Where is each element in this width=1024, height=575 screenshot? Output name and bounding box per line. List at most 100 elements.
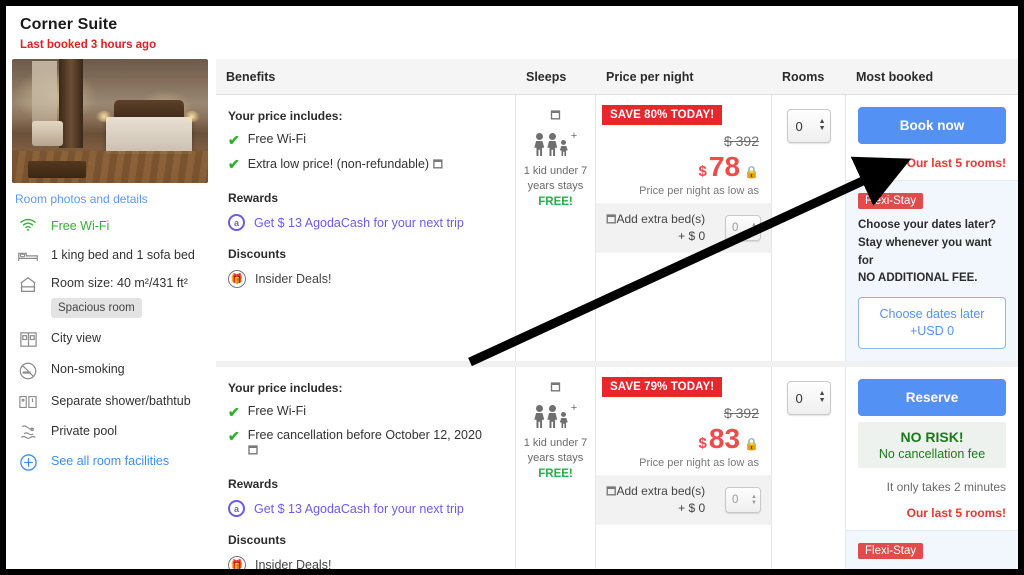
sleeps-note: 1 kid under 7 years stays [523,437,588,464]
window-icon [15,330,41,349]
amenity-city-view: City view [15,330,216,349]
price-block: $ 392 $ 83 🔒 Price per night as low as [596,397,771,475]
extra-bed-label: Add extra bed(s) [616,484,706,498]
popup-window-icon[interactable]: 🗖 [606,213,616,228]
extra-bed-value: 0 [732,222,739,235]
rewards-title: Rewards [228,477,279,491]
reserve-button[interactable]: Reserve [858,379,1006,416]
insider-deals: 🎁 Insider Deals! [228,270,501,288]
flexi-line: Choose your dates later? [858,219,997,231]
offer-row: Your price includes: ✔ Free Wi-Fi ✔ Free… [216,367,1018,569]
price-cell: SAVE 79% TODAY! $ 392 $ 83 🔒 Price per n… [596,367,772,569]
no-risk-title: NO RISK! [900,429,964,445]
flexi-stay-badge: Flexi-Stay [858,193,924,209]
benefit-label: Free cancellation before October 12, 202… [247,428,482,442]
rooms-value: 0 [795,390,803,406]
room-info-panel: Room photos and details Free Wi-Fi 1 kin… [6,59,216,485]
room-offer-grid: Room photos and details Free Wi-Fi 1 kin… [6,59,1018,569]
discounts-title: Discounts [228,247,287,261]
rooms-stepper[interactable]: 0 ▲ ▼ [786,109,831,143]
save-badge: SAVE 79% TODAY! [602,377,723,397]
amenity-private-pool: Private pool [15,423,216,441]
lock-icon: 🔒 [744,437,759,451]
gift-icon: 🎁 [228,556,246,569]
page-root: Corner Suite Last booked 3 hours ago Roo… [6,6,1018,569]
stepper-arrows: ▲ ▼ [751,221,757,235]
amenity-label: Room size: 40 m²/431 ft² [51,276,188,291]
agodacash-reward[interactable]: a Get $ 13 AgodaCash for your next trip [228,500,501,517]
last-booked-notice: Last booked 3 hours ago [20,39,157,51]
price-as-low-as: Price per night as low as [639,185,759,197]
last-rooms-notice: Our last 5 rooms! [906,506,1006,520]
choose-dates-later-button[interactable]: Choose dates later +USD 0 [858,297,1006,349]
plus-superscript: + [570,130,578,142]
see-all-facilities[interactable]: See all room facilities [15,453,216,472]
amenity-label: Private pool [51,424,118,439]
screenshot-frame: Corner Suite Last booked 3 hours ago Roo… [0,0,1024,575]
extra-bed-stepper[interactable]: 0 ▲ ▼ [725,215,761,242]
save-badge: SAVE 80% TODAY! [602,105,723,125]
benefit-item: ✔ Free Wi-Fi [228,132,501,147]
rooms-value: 0 [795,118,803,134]
adult-icon [534,133,545,156]
extra-bed-price: + $ 0 [678,229,706,244]
amenity-non-smoking: Non-smoking [15,361,216,381]
extra-bed-stepper[interactable]: 0 ▲ ▼ [725,487,761,514]
benefit-label: Free Wi-Fi [247,404,307,418]
offer-row: Your price includes: ✔ Free Wi-Fi ✔ Extr… [216,95,1018,367]
flexi-line: Choose your dates later? [858,567,1006,569]
amenity-free-wifi: Free Wi-Fi [15,218,216,235]
benefit-item: ✔ Extra low price! (non-refundable) 🗖 [228,156,501,175]
price-cell: SAVE 80% TODAY! $ 392 $ 78 🔒 Price per n… [596,95,772,361]
takes-minutes-note: It only takes 2 minutes [886,480,1006,494]
discounts-title: Discounts [228,533,287,547]
agodacash-coin-icon: a [228,500,245,517]
adult-icon [547,133,558,156]
extra-bed-row: 🗖Add extra bed(s) + $ 0 0 ▲ ▼ [596,203,771,254]
header-sleeps: Sleeps [526,69,567,84]
price-amount: 83 [708,423,741,454]
rewards-title: Rewards [228,191,279,205]
gift-icon: 🎁 [228,270,246,288]
check-icon: ✔ [228,156,240,172]
plus-circle-icon [15,453,41,472]
check-icon: ✔ [228,132,240,148]
extra-bed-value: 0 [732,494,739,507]
rooms-cell: 0 ▲ ▼ [772,367,846,569]
amenity-label: 1 king bed and 1 sofa bed [51,247,195,262]
choose-dates-line2: +USD 0 [909,324,955,339]
popup-window-icon[interactable]: 🗖 [520,107,591,126]
lock-icon: 🔒 [744,165,759,179]
sleeps-free-label: FREE! [538,195,573,208]
book-now-button[interactable]: Book now [858,107,1006,144]
agodacash-reward[interactable]: a Get $ 13 AgodaCash for your next trip [228,214,501,231]
pool-icon [15,423,41,441]
thumb-chair [31,121,63,146]
popup-window-icon[interactable]: 🗖 [248,442,258,461]
offers-table: Benefits Sleeps Price per night Rooms Mo… [216,59,1018,569]
agodacash-label: Get $ 13 AgodaCash for your next trip [254,215,464,230]
adult-icon [534,405,545,428]
popup-window-icon[interactable]: 🗖 [520,379,591,398]
amenity-shower-bathtub: Separate shower/bathtub [15,393,216,411]
rooms-stepper[interactable]: 0 ▲ ▼ [786,381,831,415]
popup-window-icon[interactable]: 🗖 [606,485,616,500]
thumb-table [27,160,87,179]
header-most-booked: Most booked [856,69,934,84]
room-thumbnail[interactable] [12,59,208,183]
amenity-label: Non-smoking [51,362,125,377]
flexi-line: Stay whenever you want for [858,236,992,267]
thumb-bed [106,117,193,155]
benefit-item: ✔ Free cancellation before October 12, 2… [228,428,501,461]
agodacash-label: Get $ 13 AgodaCash for your next trip [254,501,464,516]
occupancy-figures: + [520,402,591,428]
table-header-row: Benefits Sleeps Price per night Rooms Mo… [216,59,1018,95]
popup-window-icon[interactable]: 🗖 [433,156,443,175]
price-currency: $ [698,163,707,180]
benefits-cell: Your price includes: ✔ Free Wi-Fi ✔ Free… [216,367,516,569]
child-icon [559,140,568,156]
amenity-label: Free Wi-Fi [51,219,110,233]
check-icon: ✔ [228,404,240,420]
original-price: $ 392 [723,133,759,149]
room-photos-link[interactable]: Room photos and details [15,192,216,206]
